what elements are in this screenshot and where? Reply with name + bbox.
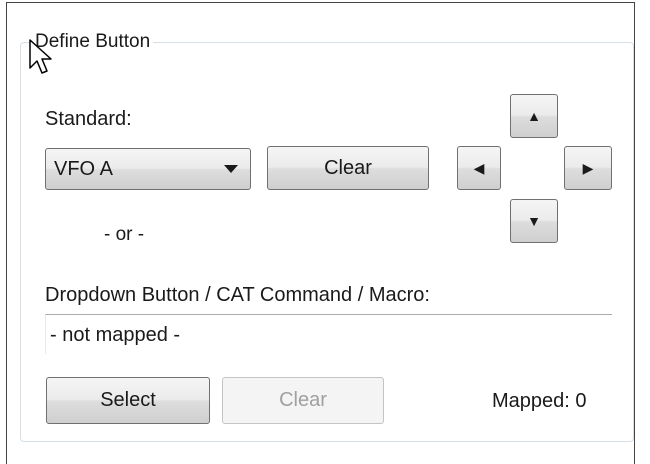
mapping-clear-button[interactable]: Clear <box>222 377 384 424</box>
up-button[interactable]: ▲ <box>510 94 558 138</box>
standard-clear-button[interactable]: Clear <box>267 146 429 190</box>
standard-label: Standard: <box>45 108 132 130</box>
select-button[interactable]: Select <box>46 377 210 424</box>
or-label: - or - <box>104 224 145 245</box>
down-arrow-icon: ▼ <box>527 213 541 229</box>
up-arrow-icon: ▲ <box>527 108 541 124</box>
left-button[interactable]: ◀ <box>457 146 501 190</box>
mapping-clear-label: Clear <box>279 389 327 411</box>
mouse-cursor-icon <box>29 39 52 74</box>
mapped-count: Mapped: 0 <box>492 390 587 412</box>
standard-clear-label: Clear <box>324 156 372 179</box>
mapping-label: Dropdown Button / CAT Command / Macro: <box>45 284 430 306</box>
mapping-field-value: - not mapped - <box>50 324 181 346</box>
select-button-label: Select <box>100 389 156 411</box>
standard-dropdown-value: VFO A <box>54 158 113 180</box>
chevron-down-icon <box>224 165 238 173</box>
left-arrow-icon: ◀ <box>473 160 485 176</box>
mapping-field[interactable]: - not mapped - <box>45 314 612 354</box>
right-arrow-icon: ▶ <box>582 160 594 176</box>
standard-dropdown[interactable]: VFO A <box>45 148 251 190</box>
down-button[interactable]: ▼ <box>510 199 558 243</box>
right-button[interactable]: ▶ <box>564 146 612 190</box>
